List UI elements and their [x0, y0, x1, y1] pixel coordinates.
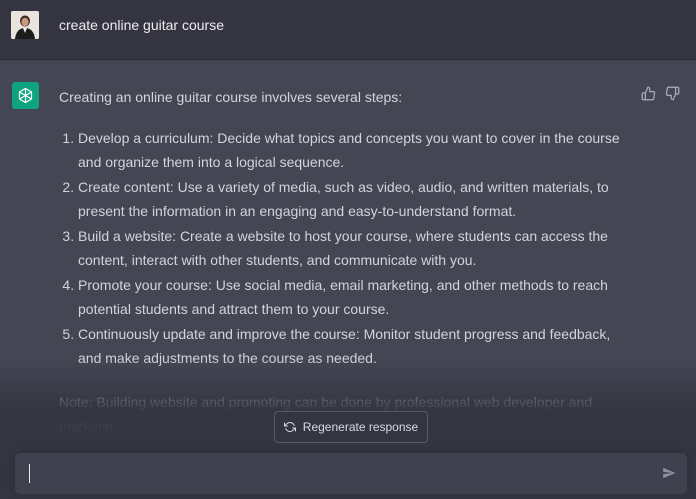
regenerate-response-button[interactable]: Regenerate response [274, 411, 428, 443]
assistant-message-row: Creating an online guitar course involve… [0, 60, 696, 450]
list-item: Create content: Use a variety of media, … [78, 175, 634, 224]
user-message-text: create online guitar course [59, 17, 224, 33]
steps-list: Develop a curriculum: Decide what topics… [59, 126, 634, 371]
message-input[interactable] [15, 453, 687, 494]
thumbs-down-icon[interactable] [664, 85, 680, 101]
send-icon[interactable] [661, 465, 677, 481]
regenerate-label: Regenerate response [302, 420, 419, 434]
list-item: Develop a curriculum: Decide what topics… [78, 126, 634, 175]
list-item: Continuously update and improve the cour… [78, 322, 634, 371]
text-caret [29, 464, 30, 483]
list-item: Promote your course: Use social media, e… [78, 273, 634, 322]
user-message-row: create online guitar course [0, 0, 696, 60]
list-item: Build a website: Create a website to hos… [78, 224, 634, 273]
thumbs-up-icon[interactable] [640, 85, 656, 101]
assistant-reply: Creating an online guitar course involve… [59, 85, 634, 439]
refresh-icon [283, 422, 296, 432]
user-avatar [11, 11, 39, 39]
openai-logo-icon [12, 82, 39, 109]
reply-intro: Creating an online guitar course involve… [59, 89, 403, 105]
